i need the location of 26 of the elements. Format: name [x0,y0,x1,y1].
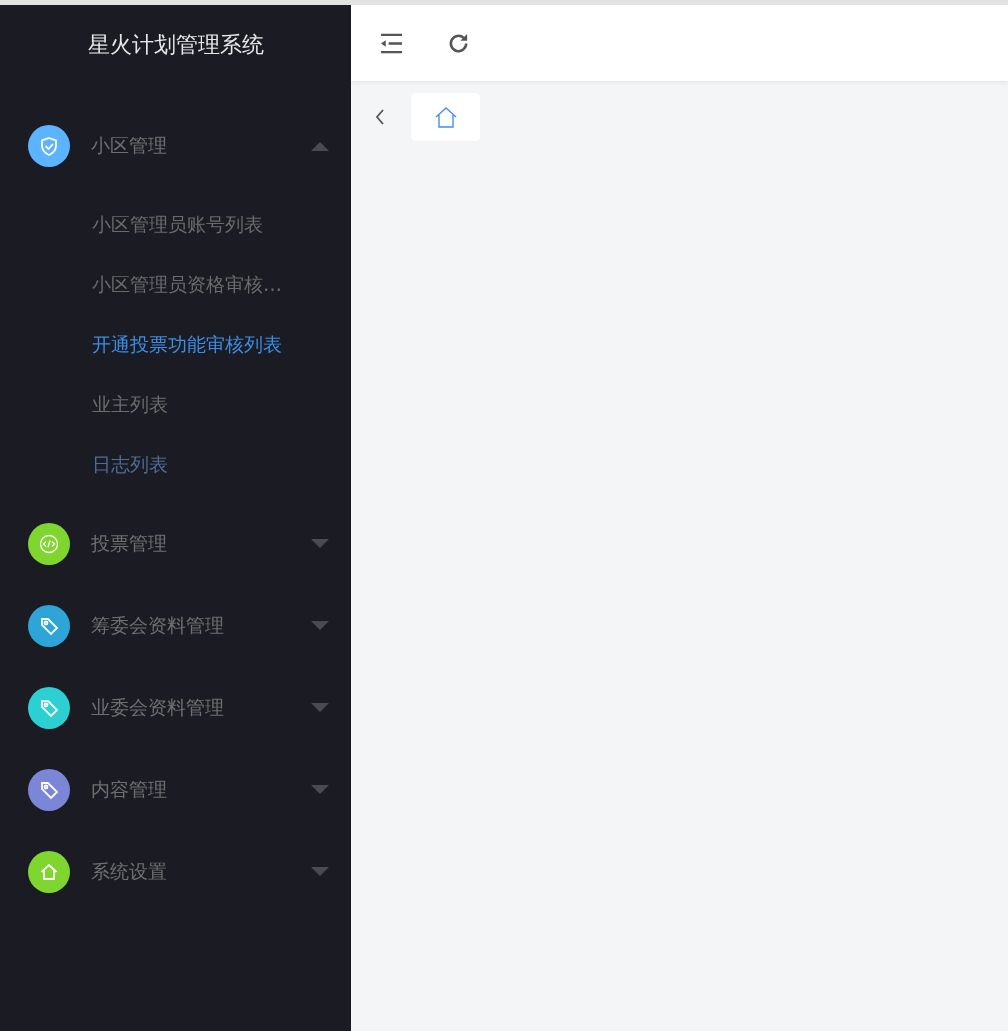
menu-group-label: 业委会资料管理 [91,695,225,720]
menu-group-label: 投票管理 [91,531,168,556]
menu-group[interactable]: 小区管理 [0,105,351,187]
menu-group-label: 筹委会资料管理 [91,613,225,638]
menu-group-label: 内容管理 [91,777,168,802]
menu-item[interactable]: 小区管理员资格审核… [0,254,351,314]
caret-icon [311,141,329,151]
menu-group[interactable]: 筹委会资料管理 [0,585,351,667]
caret-icon [311,867,329,877]
app-title: 星火计划管理系统 [86,31,265,59]
menu-item[interactable]: 日志列表 [0,434,351,494]
menu-group-label: 系统设置 [91,859,168,884]
menu-group-label: 小区管理 [91,133,168,158]
caret-icon [311,621,329,631]
menu-item[interactable]: 小区管理员账号列表 [0,194,351,254]
caret-icon [311,703,329,713]
menu-collapse-icon[interactable] [380,31,403,55]
menu-item[interactable]: 业主列表 [0,374,351,434]
home-icon [433,106,458,128]
menu-group[interactable]: 投票管理 [0,503,351,585]
caret-icon [311,785,329,795]
menu-group[interactable]: 系统设置 [0,831,351,913]
menu-group[interactable]: 内容管理 [0,749,351,831]
menu-group[interactable]: 业委会资料管理 [0,667,351,749]
caret-icon [311,539,329,549]
menu-item[interactable]: 开通投票功能审核列表 [0,314,351,374]
